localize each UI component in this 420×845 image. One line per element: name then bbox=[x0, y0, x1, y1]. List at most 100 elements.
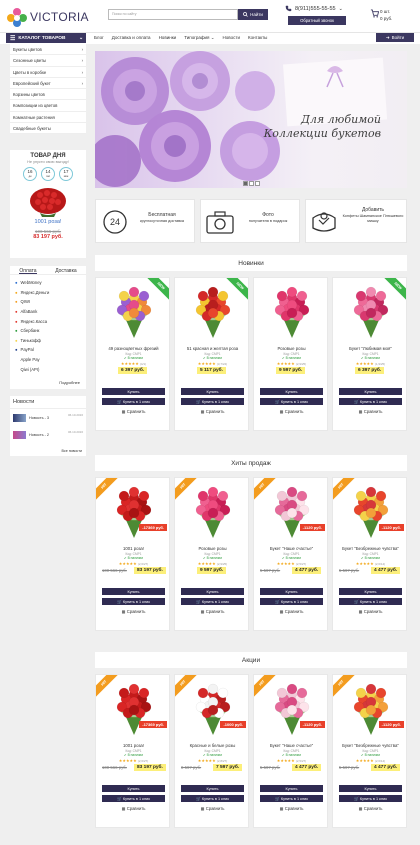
product-card[interactable]: HIT -1120 руб. Букет "Наше счастье" Код: CM… bbox=[253, 477, 328, 631]
product-card[interactable]: NEW 49 разноцветных фрезий Код: CMP1 ✔ В на… bbox=[95, 277, 170, 431]
buy-button[interactable]: Купить bbox=[260, 588, 323, 595]
news-item[interactable]: Новость - 2 06.10.2016 bbox=[10, 426, 86, 443]
buy-one-click-button[interactable]: 🛒 Купить в 1 клик bbox=[339, 398, 402, 405]
product-image[interactable] bbox=[104, 482, 164, 540]
callback-button[interactable]: Обратный звонок bbox=[288, 16, 346, 25]
product-image[interactable] bbox=[104, 282, 164, 340]
compare-link[interactable]: ▦ Сравнить bbox=[96, 806, 169, 811]
cart-summary[interactable]: 0 шт. 0 руб. bbox=[380, 8, 392, 22]
product-card[interactable]: HIT -1000 руб. Красные и белые розы Код: CM… bbox=[174, 674, 249, 828]
buy-button[interactable]: Купить bbox=[260, 785, 323, 792]
rating-stars[interactable]: ★★★★★ (2,8/27) bbox=[175, 758, 248, 763]
nav-link-news[interactable]: Новости bbox=[223, 35, 240, 41]
nav-link-delivery[interactable]: Доставка и оплата bbox=[112, 35, 151, 41]
rating-stars[interactable]: ★★★★★ (2,5/27) bbox=[254, 758, 327, 763]
nav-link-new[interactable]: Новинки bbox=[159, 35, 177, 41]
payment-more-link[interactable]: Подробнее bbox=[59, 380, 80, 385]
buy-one-click-button[interactable]: 🛒 Купить в 1 клик bbox=[339, 795, 402, 802]
buy-button[interactable]: Купить bbox=[260, 388, 323, 395]
tab-delivery[interactable]: Доставка bbox=[55, 268, 76, 274]
buy-button[interactable]: Купить bbox=[102, 388, 165, 395]
slider-dot[interactable] bbox=[249, 181, 254, 186]
product-image[interactable] bbox=[183, 282, 243, 340]
rating-stars[interactable]: ★★★★★ (2,5/27) bbox=[254, 561, 327, 566]
product-image[interactable] bbox=[183, 482, 243, 540]
compare-link[interactable]: ▦ Сравнить bbox=[175, 806, 248, 811]
compare-link[interactable]: ▦ Сравнить bbox=[254, 609, 327, 614]
product-card[interactable]: NEW Букет "Любимая моя" Код: CMP1 ✔ В налич… bbox=[332, 277, 407, 431]
buy-one-click-button[interactable]: 🛒 Купить в 1 клик bbox=[102, 598, 165, 605]
sidebar-item[interactable]: Европейский букет › bbox=[10, 78, 86, 90]
product-name[interactable]: Красные и белые розы bbox=[175, 743, 248, 748]
news-all-link[interactable]: Все новости bbox=[62, 449, 83, 453]
product-name[interactable]: Розовые розы bbox=[254, 346, 327, 351]
product-name[interactable]: Букет "Безбрежные чувства" bbox=[333, 743, 406, 748]
tab-payment[interactable]: Оплата bbox=[19, 268, 37, 274]
rating-stars[interactable]: ★★★★★ (4/1) bbox=[96, 361, 169, 366]
compare-link[interactable]: ▦ Сравнить bbox=[333, 409, 406, 414]
buy-button[interactable]: Купить bbox=[102, 588, 165, 595]
hero-banner[interactable]: Для любимой Коллекции букетов bbox=[95, 51, 407, 188]
product-image[interactable] bbox=[341, 282, 401, 340]
sidebar-item[interactable]: Комнатные растения bbox=[10, 112, 86, 124]
compare-link[interactable]: ▦ Сравнить bbox=[254, 806, 327, 811]
sidebar-item[interactable]: Композиции из цветов bbox=[10, 100, 86, 112]
search-button[interactable]: Найти bbox=[238, 9, 268, 20]
sidebar-item[interactable]: Букеты цветов › bbox=[10, 44, 86, 56]
product-card[interactable]: HIT -17369 руб. 1001 роза! Код: CMP1 ✔ В нал… bbox=[95, 674, 170, 828]
sidebar-item[interactable]: Сезонные цветы › bbox=[10, 55, 86, 67]
deal-product-image[interactable] bbox=[10, 183, 86, 219]
buy-button[interactable]: Купить bbox=[181, 785, 244, 792]
product-name[interactable]: Розовые розы bbox=[175, 546, 248, 551]
product-card[interactable]: HIT -1120 руб. Букет "Безбрежные чувства" К… bbox=[332, 674, 407, 828]
rating-stars[interactable]: ★★★★★ (3,7/24) bbox=[175, 361, 248, 366]
product-image[interactable] bbox=[341, 679, 401, 737]
compare-link[interactable]: ▦ Сравнить bbox=[175, 409, 248, 414]
product-name[interactable]: Букет "Безбрежные чувства" bbox=[333, 546, 406, 551]
logo-text[interactable]: VICTORIA bbox=[30, 10, 89, 24]
nav-link-contacts[interactable]: Контакты bbox=[248, 35, 267, 41]
product-card[interactable]: NEW 51 красная и желтая роза Код: CMP1 ✔ В … bbox=[174, 277, 249, 431]
product-card[interactable]: HIT -1120 руб. Букет "Наше счастье" Код: CM… bbox=[253, 674, 328, 828]
rating-stars[interactable]: ★★★★★ (2,6/27) bbox=[96, 561, 169, 566]
rating-stars[interactable]: ★★★★★ (2,6/14) bbox=[333, 758, 406, 763]
product-name[interactable]: Букет "Любимая моя" bbox=[333, 346, 406, 351]
news-item[interactable]: Новость - 3 06.10.2016 bbox=[10, 409, 86, 426]
product-name[interactable]: 1001 роза! bbox=[96, 743, 169, 748]
buy-one-click-button[interactable]: 🛒 Купить в 1 клик bbox=[260, 598, 323, 605]
compare-link[interactable]: ▦ Сравнить bbox=[254, 409, 327, 414]
nav-link-print[interactable]: Типография ⌄ bbox=[184, 35, 214, 41]
rating-stars[interactable]: ★★★★★ (2,9/25) bbox=[175, 561, 248, 566]
compare-link[interactable]: ▦ Сравнить bbox=[96, 609, 169, 614]
sidebar-item[interactable]: Корзины цветов bbox=[10, 89, 86, 101]
product-card[interactable]: HIT Розовые розы Код: CMP1 ✔ В наличии ★★★★★… bbox=[174, 477, 249, 631]
login-button[interactable]: ➜ Войти bbox=[376, 33, 414, 42]
buy-button[interactable]: Купить bbox=[339, 388, 402, 395]
product-image[interactable] bbox=[341, 482, 401, 540]
phone-number[interactable]: 8(911)555-55-55 bbox=[295, 6, 336, 12]
sidebar-item[interactable]: Цветы в коробке › bbox=[10, 67, 86, 78]
rating-stars[interactable]: ★★★★★ (2,9/25) bbox=[254, 361, 327, 366]
nav-link-blog[interactable]: Блог bbox=[94, 35, 104, 41]
product-card[interactable]: HIT -17369 руб. 1001 роза! Код: CMP1 ✔ В нал… bbox=[95, 477, 170, 631]
buy-button[interactable]: Купить bbox=[339, 785, 402, 792]
rating-stars[interactable]: ★★★★★ (1,9/25) bbox=[333, 361, 406, 366]
buy-button[interactable]: Купить bbox=[181, 388, 244, 395]
slider-dot[interactable] bbox=[243, 181, 248, 186]
buy-one-click-button[interactable]: 🛒 Купить в 1 клик bbox=[181, 598, 244, 605]
rating-stars[interactable]: ★★★★★ (2,6/14) bbox=[333, 561, 406, 566]
buy-one-click-button[interactable]: 🛒 Купить в 1 клик bbox=[102, 398, 165, 405]
compare-link[interactable]: ▦ Сравнить bbox=[333, 609, 406, 614]
buy-one-click-button[interactable]: 🛒 Купить в 1 клик bbox=[260, 398, 323, 405]
sidebar-item[interactable]: Свадебные букеты bbox=[10, 123, 86, 135]
compare-link[interactable]: ▦ Сравнить bbox=[333, 806, 406, 811]
product-name[interactable]: 1001 роза! bbox=[96, 546, 169, 551]
buy-one-click-button[interactable]: 🛒 Купить в 1 клик bbox=[260, 795, 323, 802]
product-image[interactable] bbox=[104, 679, 164, 737]
rating-stars[interactable]: ★★★★★ (2,6/27) bbox=[96, 758, 169, 763]
catalog-button[interactable]: ☰ КАТАЛОГ ТОВАРОВ ⌄ bbox=[6, 33, 86, 43]
slider-dot[interactable] bbox=[255, 181, 260, 186]
product-image[interactable] bbox=[262, 679, 322, 737]
product-image[interactable] bbox=[262, 282, 322, 340]
product-name[interactable]: 49 разноцветных фрезий bbox=[96, 346, 169, 351]
